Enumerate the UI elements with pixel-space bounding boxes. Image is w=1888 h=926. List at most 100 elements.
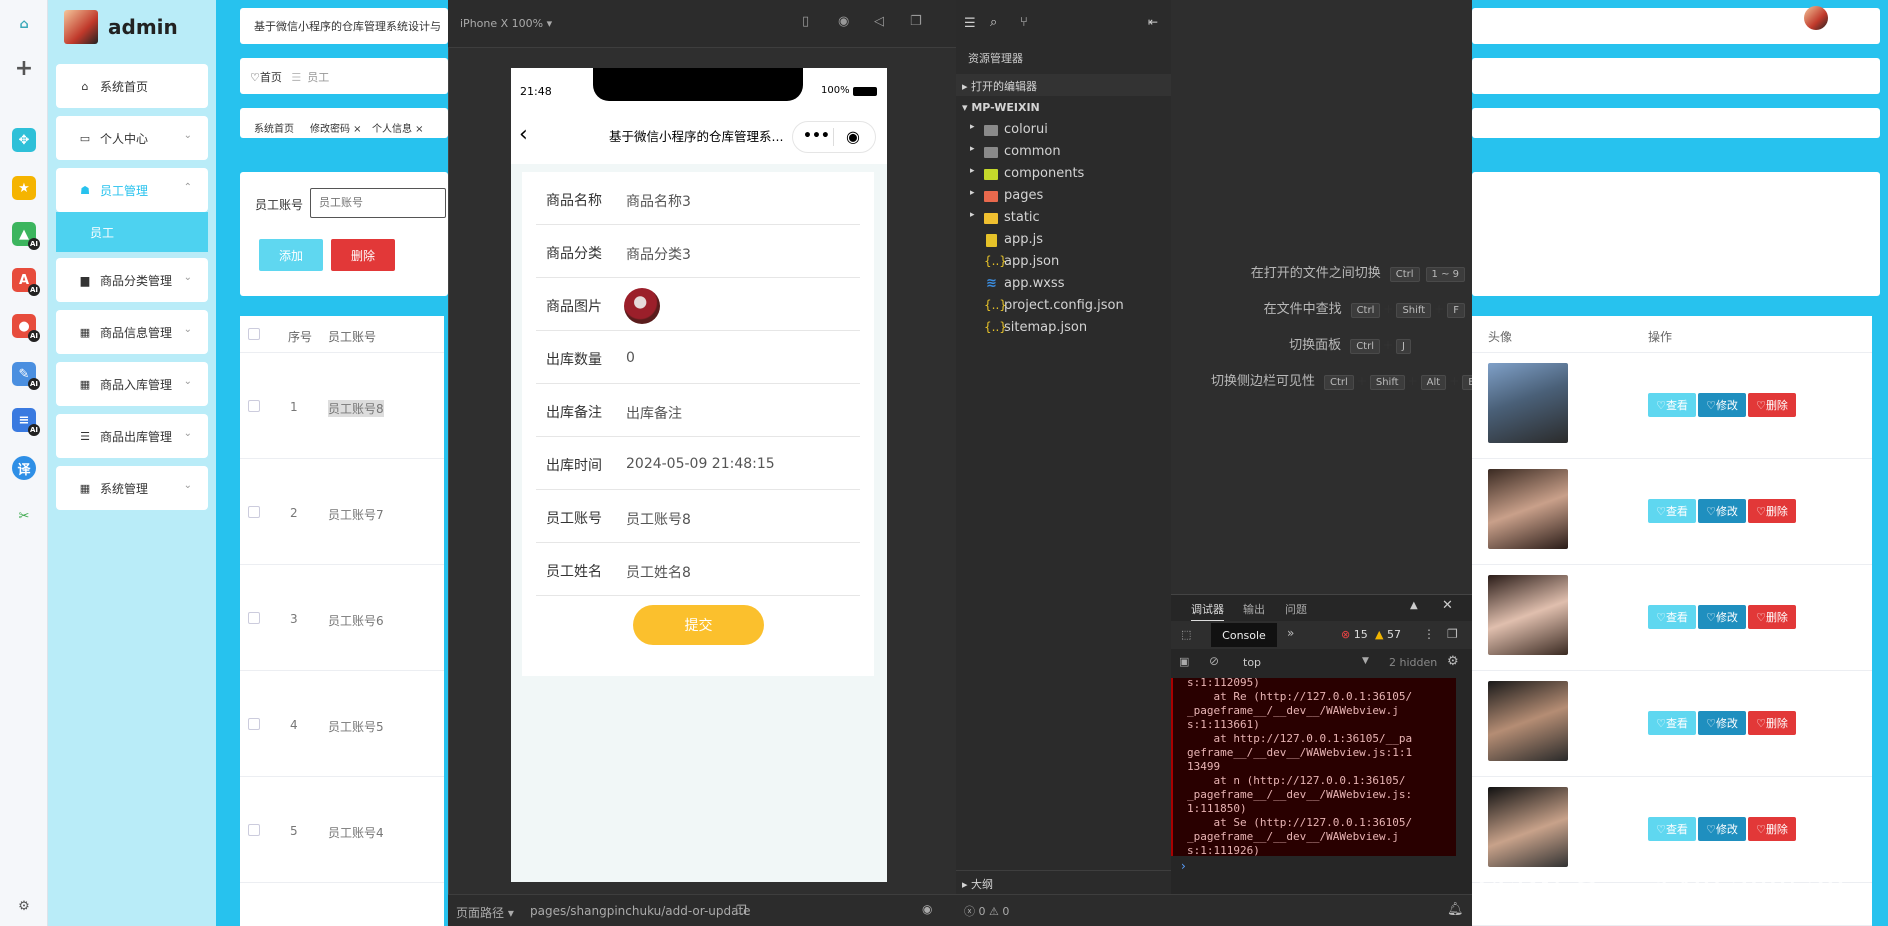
delete-row-button[interactable]: ♡ 删除	[1748, 393, 1796, 417]
delete-row-button[interactable]: ♡ 删除	[1748, 817, 1796, 841]
console-line[interactable]: geframe__/__dev__/WAWebview.js:1:1	[1187, 746, 1412, 760]
tab-profile[interactable]: 个人信息 ×	[372, 120, 424, 135]
staff-account-field[interactable]: 员工账号8	[626, 509, 691, 529]
error-count[interactable]: ⊗ 15	[1341, 628, 1368, 641]
delete-row-button[interactable]: ♡ 删除	[1748, 711, 1796, 735]
edit-ai-icon[interactable]: ✎ AI	[12, 362, 40, 390]
tree-item-pages[interactable]: ▸ pages	[956, 186, 1171, 208]
menu-category[interactable]: ▆ 商品分类管理 ⌄	[56, 258, 208, 302]
home-icon[interactable]: ⌂	[12, 12, 36, 36]
tree-item-project-config[interactable]: {..} project.config.json	[956, 296, 1171, 318]
goods-image-thumbnail[interactable]	[624, 288, 660, 324]
problems-counter[interactable]: ⓧ 0 ⚠ 0	[964, 903, 1009, 919]
menu-goods[interactable]: ▦ 商品信息管理 ⌄	[56, 310, 208, 354]
page-path-toggle[interactable]: 页面路径 ▾	[456, 904, 514, 921]
console-prompt[interactable]: ›	[1181, 859, 1186, 873]
select-all-checkbox[interactable]	[248, 328, 260, 340]
console-line[interactable]: at http://127.0.0.1:36105/__pa	[1187, 732, 1412, 746]
copy-icon[interactable]: ❐	[736, 903, 747, 917]
maximize-icon[interactable]: ▲	[1410, 600, 1418, 611]
quantity-field[interactable]: 0	[626, 350, 635, 366]
dock-icon[interactable]: ❐	[1447, 627, 1458, 641]
tree-item-components[interactable]: ▸ components	[956, 164, 1171, 186]
edit-button[interactable]: ♡ 修改	[1698, 499, 1746, 523]
console-line[interactable]: s:1:113661)	[1187, 718, 1260, 732]
console-line[interactable]: _pageframe__/__dev__/WAWebview.j	[1187, 704, 1399, 718]
phone-icon[interactable]: ▯	[802, 14, 809, 29]
goods-category-field[interactable]: 商品分类3	[626, 244, 691, 264]
console-line[interactable]: 1:111850)	[1187, 802, 1247, 816]
close-target-icon[interactable]: ◉	[846, 127, 860, 146]
menu-system[interactable]: ▦ 系统管理 ⌄	[56, 466, 208, 510]
bell-icon[interactable]: 🔔︎	[1447, 902, 1464, 917]
add-button[interactable]: 添加	[259, 239, 323, 271]
tree-item-colorui[interactable]: ▸ colorui	[956, 120, 1171, 142]
eye-icon[interactable]: ◉	[922, 902, 932, 916]
project-header[interactable]: ▾ MP-WEIXIN	[962, 101, 1040, 114]
view-button[interactable]: ♡ 查看	[1648, 711, 1696, 735]
tree-item-app-json[interactable]: {..} app.json	[956, 252, 1171, 274]
menu-inbound[interactable]: ▦ 商品入库管理 ⌄	[56, 362, 208, 406]
search-input[interactable]	[310, 188, 446, 218]
console-line[interactable]: _pageframe__/__dev__/WAWebview.js:	[1187, 788, 1412, 802]
delete-row-button[interactable]: ♡ 删除	[1748, 605, 1796, 629]
capsule-menu[interactable]: ••• ◉	[792, 121, 876, 153]
console-settings-icon[interactable]: ⚙	[1447, 654, 1459, 669]
submenu-staff[interactable]: 员工	[56, 212, 208, 252]
tree-item-app-js[interactable]: app.js	[956, 230, 1171, 252]
user-menu[interactable]: admin	[1804, 6, 1872, 30]
tab-output[interactable]: 输出	[1243, 601, 1265, 617]
console-line[interactable]: at Re (http://127.0.0.1:36105/	[1187, 690, 1412, 704]
stop-icon[interactable]: ◉	[838, 14, 849, 29]
sidebar-toggle-icon[interactable]: ▣	[1179, 655, 1189, 668]
row-checkbox[interactable]	[248, 400, 260, 412]
console-line[interactable]: at Se (http://127.0.0.1:36105/	[1187, 816, 1412, 830]
menu-staff[interactable]: ☗ 员工管理 ⌃	[56, 168, 208, 212]
breadcrumb-home[interactable]: 首页	[260, 71, 282, 84]
row-checkbox[interactable]	[248, 506, 260, 518]
sound-icon[interactable]: ◁	[874, 14, 884, 29]
more-dots-icon[interactable]: •••	[803, 128, 830, 144]
row-checkbox[interactable]	[248, 824, 260, 836]
console-tab[interactable]: Console	[1211, 623, 1277, 647]
scissors-icon[interactable]: ✂	[12, 504, 36, 528]
open-editors-header[interactable]: ▸ 打开的编辑器	[956, 74, 1171, 96]
time-field[interactable]: 2024-05-09 21:48:15	[626, 456, 775, 472]
inspect-icon[interactable]: ⬚	[1181, 628, 1191, 641]
tab-home[interactable]: 系统首页	[254, 120, 294, 135]
delete-row-button[interactable]: ♡ 删除	[1748, 499, 1796, 523]
ai-tool-icon-1[interactable]: ✥	[12, 128, 36, 152]
row-checkbox[interactable]	[248, 612, 260, 624]
image-ai-icon[interactable]: ▲ AI	[12, 222, 40, 250]
tree-item-common[interactable]: ▸ common	[956, 142, 1171, 164]
edit-button[interactable]: ♡ 修改	[1698, 393, 1746, 417]
menu-profile[interactable]: ▭ 个人中心 ⌄	[56, 116, 208, 160]
tree-item-sitemap[interactable]: {..} sitemap.json	[956, 318, 1171, 340]
view-button[interactable]: ♡ 查看	[1648, 499, 1696, 523]
edit-button[interactable]: ♡ 修改	[1698, 817, 1746, 841]
translate-icon[interactable]: 译	[12, 456, 36, 480]
menu-home[interactable]: ⌂ 系统首页	[56, 64, 208, 108]
staff-name-field[interactable]: 员工姓名8	[626, 562, 691, 582]
collapse-panel-icon[interactable]: ⇤	[1148, 15, 1158, 29]
console-line[interactable]: 13499	[1187, 760, 1220, 774]
star-icon[interactable]: ★	[12, 176, 36, 200]
search-icon[interactable]: ⌕	[990, 15, 997, 30]
edit-button[interactable]: ♡ 修改	[1698, 711, 1746, 735]
explorer-list-icon[interactable]: ☰	[964, 16, 976, 31]
kebab-menu-icon[interactable]: ⋮	[1423, 627, 1435, 641]
branch-icon[interactable]: ⑂	[1020, 15, 1028, 30]
console-line[interactable]: s:1:111926)	[1187, 844, 1260, 858]
warning-count[interactable]: ▲ 57	[1375, 628, 1401, 641]
tree-item-app-wxss[interactable]: ≋ app.wxss	[956, 274, 1171, 296]
console-line[interactable]: at n (http://127.0.0.1:36105/	[1187, 774, 1405, 788]
clear-console-icon[interactable]: ⊘	[1209, 654, 1219, 668]
more-tabs-icon[interactable]: »	[1287, 626, 1294, 640]
view-button[interactable]: ♡ 查看	[1648, 817, 1696, 841]
record-ai-icon[interactable]: ● AI	[12, 314, 40, 342]
doc-ai-icon[interactable]: ≡ AI	[12, 408, 40, 436]
settings-gear-icon[interactable]: ⚙	[12, 894, 36, 918]
tree-item-static[interactable]: ▸ static	[956, 208, 1171, 230]
view-button[interactable]: ♡ 查看	[1648, 393, 1696, 417]
context-dropdown-icon[interactable]: ▼	[1362, 656, 1369, 666]
